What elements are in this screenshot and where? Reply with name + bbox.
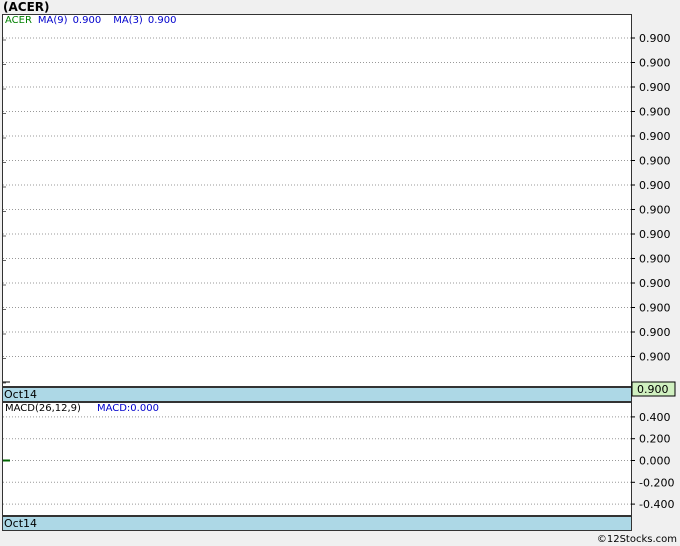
price-tick-label: 0.900 [639,155,671,168]
price-tick-label: 0.900 [639,277,671,290]
copyright-symbol: © [596,534,607,545]
price-tick-label: 0.900 [639,228,671,241]
price-tick-label: 0.900 [639,57,671,70]
current-price-label: 0.900 [637,383,669,396]
price-tick-label: 0.900 [639,326,671,339]
macd-tick-label: -0.200 [639,476,674,489]
price-tick-label: 0.900 [639,32,671,45]
macd-tick-label: -0.400 [639,498,674,511]
chart-overlay: 0.900 0.900 0.900 0.900 0.900 0.900 0.900 0.900… [3,32,676,511]
macd-tick-label: 0.000 [639,455,671,468]
price-tick-label: 0.900 [639,204,671,217]
credit: ©12Stocks.com [597,534,677,545]
credit-text: 12Stocks.com [606,534,677,545]
macd-tick-label: 0.200 [639,433,671,446]
price-tick-label: 0.900 [639,253,671,266]
macd-tick-label: 0.400 [639,411,671,424]
price-tick-label: 0.900 [639,351,671,364]
price-tick-label: 0.900 [639,302,671,315]
price-tick-label: 0.900 [639,179,671,192]
price-tick-label: 0.900 [639,106,671,119]
price-tick-label: 0.900 [639,81,671,94]
price-tick-label: 0.900 [639,130,671,143]
